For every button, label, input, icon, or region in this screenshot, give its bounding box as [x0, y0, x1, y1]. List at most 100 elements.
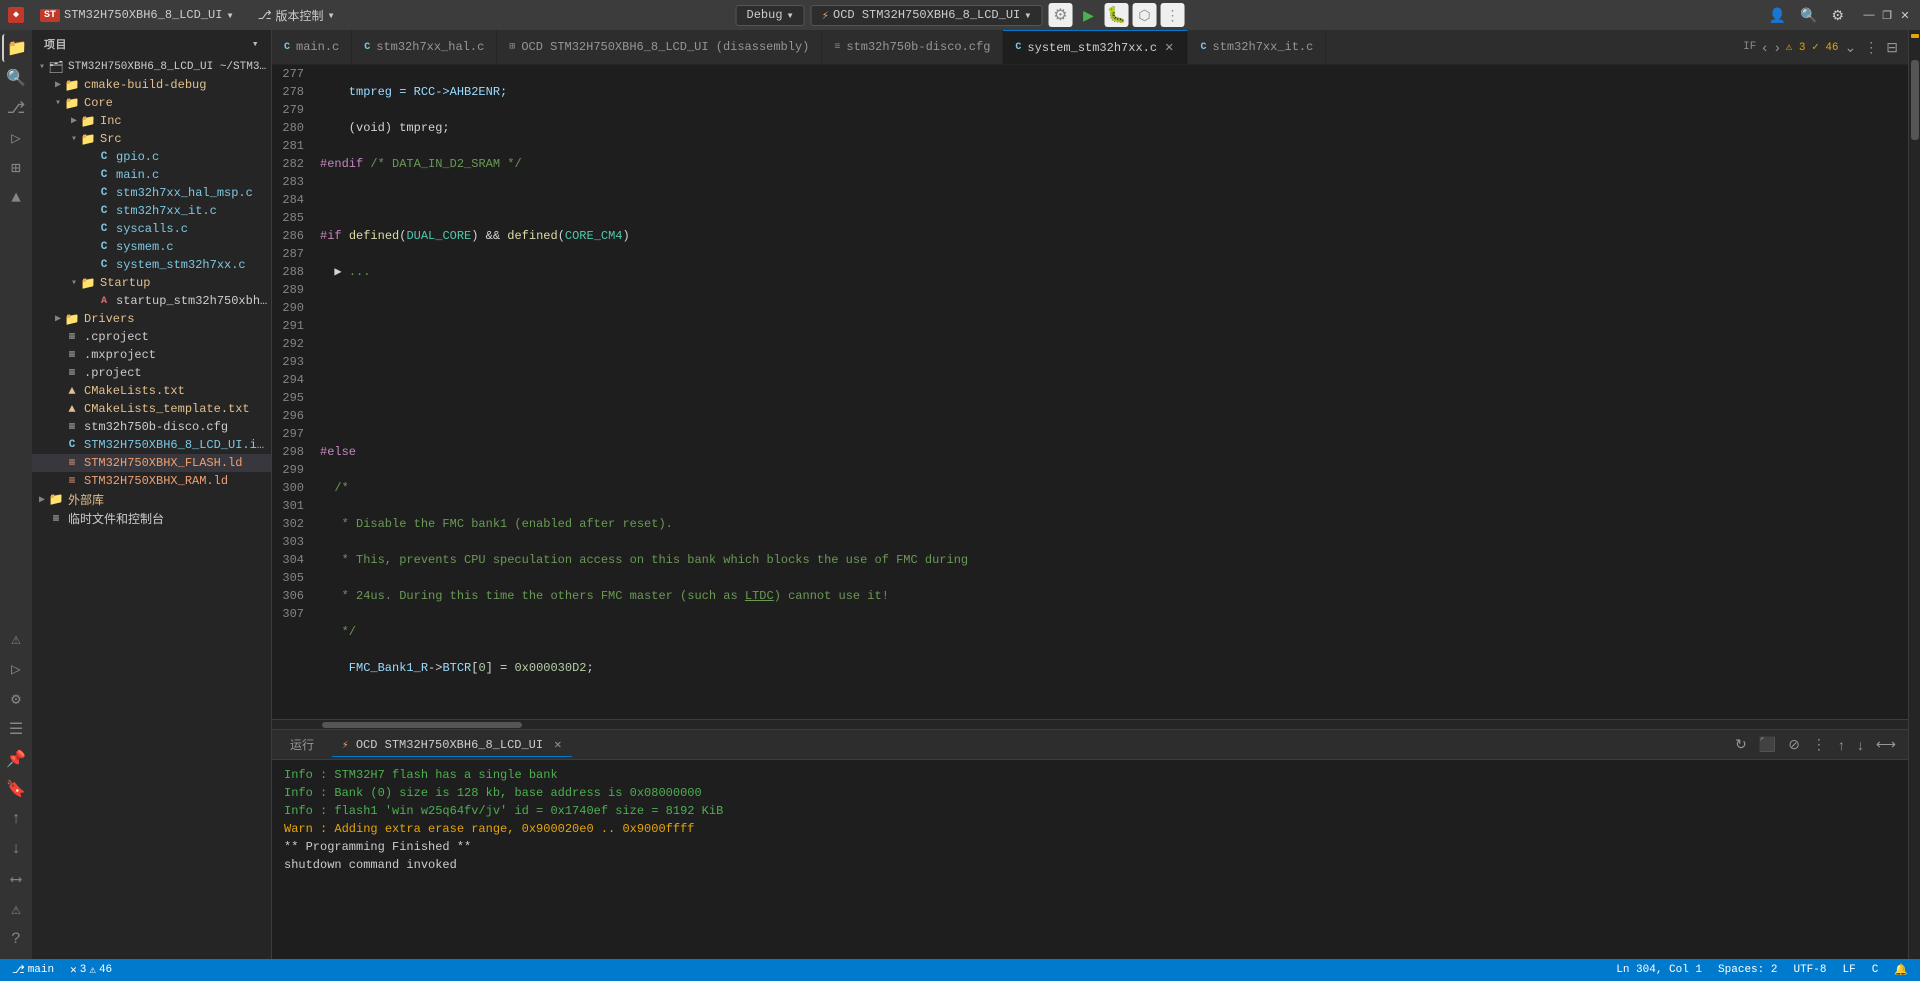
coverage-btn[interactable]: ⬡: [1132, 3, 1156, 27]
close-btn[interactable]: ✕: [1898, 8, 1912, 22]
panel-down-btn[interactable]: ↓: [1853, 735, 1868, 755]
right-scrollbar[interactable]: [1908, 30, 1920, 959]
debug-mode-btn[interactable]: Debug ▾: [736, 5, 805, 26]
maximize-btn[interactable]: ❐: [1880, 8, 1894, 22]
config-btn[interactable]: ⚙: [1048, 3, 1072, 27]
status-errors[interactable]: ✕ 3 ⚠ 46: [66, 963, 116, 977]
tab-disasm[interactable]: ⊞ OCD STM32H750XBH6_8_LCD_UI (disassembl…: [497, 30, 822, 64]
status-language[interactable]: C: [1868, 964, 1883, 976]
code-lines: tmpreg = RCC->AHB2ENR; (void) tmpreg; #e…: [316, 65, 1908, 719]
tab-split-btn[interactable]: ⊟: [1884, 37, 1900, 58]
scrollbar-thumb-h[interactable]: [322, 722, 522, 728]
tree-item-it[interactable]: C stm32h7xx_it.c: [32, 202, 271, 220]
status-branch[interactable]: ⎇ main: [8, 963, 58, 977]
vcs-menu[interactable]: ⎇ 版本控制 ▾: [250, 5, 343, 26]
scrollbar-horizontal[interactable]: [272, 719, 1908, 729]
tree-item-cmake-tpl[interactable]: ▲ CMakeLists_template.txt: [32, 400, 271, 418]
tree-item-flash-ld[interactable]: ≡ STM32H750XBHX_FLASH.ld: [32, 454, 271, 472]
tree-label-root: STM32H750XBH6_8_LCD_UI ~/STM32_Project/S…: [68, 61, 271, 73]
project-dropdown-icon: ▾: [226, 8, 233, 23]
tree-item-inc[interactable]: ▶ 📁 Inc: [32, 112, 271, 130]
project-menu[interactable]: ST STM32H750XBH6_8_LCD_UI ▾: [32, 6, 242, 25]
status-line-ending[interactable]: LF: [1838, 964, 1859, 976]
tree-item-core[interactable]: ▾ 📁 Core: [32, 94, 271, 112]
tree-item-gpio[interactable]: C gpio.c: [32, 148, 271, 166]
panel-tab-ocd[interactable]: ⚡ OCD STM32H750XBH6_8_LCD_UI ✕: [332, 733, 572, 757]
tab-more-btn[interactable]: ⋮: [1862, 37, 1880, 58]
activity-diff[interactable]: ⟷: [2, 865, 30, 893]
tree-item-disco-cfg[interactable]: ≡ stm32h750b-disco.cfg: [32, 418, 271, 436]
terminal-line-5: ** Programming Finished **: [284, 838, 1896, 856]
activity-debug[interactable]: ▷: [2, 124, 30, 152]
tree-item-system[interactable]: C system_stm32h7xx.c: [32, 256, 271, 274]
run-btn[interactable]: ▶: [1076, 3, 1100, 27]
search-icon[interactable]: 🔍: [1796, 5, 1821, 26]
tree-item-cmake[interactable]: ▶ 📁 cmake-build-debug: [32, 76, 271, 94]
tree-item-syscalls[interactable]: C syscalls.c: [32, 220, 271, 238]
tree-label-inc: Inc: [100, 114, 122, 128]
tree-item-main[interactable]: C main.c: [32, 166, 271, 184]
panel-diff-btn[interactable]: ⟷: [1872, 734, 1900, 755]
debug-run-btn[interactable]: 🐛: [1104, 3, 1128, 27]
status-encoding[interactable]: UTF-8: [1789, 964, 1830, 976]
tree-item-ioc[interactable]: C STM32H750XBH6_8_LCD_UI.ioc: [32, 436, 271, 454]
activity-problems[interactable]: ⚠: [2, 625, 30, 653]
activity-warning[interactable]: ⚠: [2, 895, 30, 923]
activity-help[interactable]: ?: [2, 925, 30, 953]
user-icon[interactable]: 👤: [1765, 5, 1790, 26]
tree-item-startup[interactable]: ▾ 📁 Startup: [32, 274, 271, 292]
tree-item-root[interactable]: ▾ 🗂 STM32H750XBH6_8_LCD_UI ~/STM32_Proje…: [32, 58, 271, 76]
tree-item-dotproject[interactable]: ≡ .project: [32, 364, 271, 382]
activity-stacks[interactable]: ☰: [2, 715, 30, 743]
status-notifications[interactable]: 🔔: [1890, 963, 1912, 977]
tree-item-extlib[interactable]: ▶ 📁 外部库: [32, 490, 271, 509]
activity-run2[interactable]: ▷: [2, 655, 30, 683]
tab-close-system-h7xx[interactable]: ✕: [1163, 39, 1175, 56]
folder-icon-drivers: 📁: [64, 311, 80, 327]
panel-up-btn[interactable]: ↑: [1834, 735, 1849, 755]
tree-item-drivers[interactable]: ▶ 📁 Drivers: [32, 310, 271, 328]
activity-up[interactable]: ↑: [2, 805, 30, 833]
tab-expand-btn[interactable]: ⌄: [1843, 37, 1859, 58]
settings-icon[interactable]: ⚙: [1827, 5, 1848, 26]
scroll-thumb[interactable]: [1911, 60, 1919, 140]
tab-system-h7xx[interactable]: C system_stm32h7xx.c ✕: [1003, 30, 1188, 64]
tab-disco-cfg[interactable]: ≡ stm32h750b-disco.cfg: [822, 30, 1003, 64]
panel-refresh-btn[interactable]: ↻: [1731, 734, 1751, 755]
panel-clear-btn[interactable]: ⊘: [1784, 734, 1804, 755]
tree-item-hal-msp[interactable]: C stm32h7xx_hal_msp.c: [32, 184, 271, 202]
activity-cmake[interactable]: ▲: [2, 184, 30, 212]
tab-nav-right[interactable]: ›: [1773, 37, 1782, 57]
code-scroll[interactable]: 277278279280 281282283284 285286287288 2…: [272, 65, 1908, 719]
status-spaces[interactable]: Spaces: 2: [1714, 964, 1781, 976]
tab-nav-left[interactable]: ‹: [1760, 37, 1769, 57]
tree-item-src[interactable]: ▾ 📁 Src: [32, 130, 271, 148]
tree-item-cproject[interactable]: ≡ .cproject: [32, 328, 271, 346]
activity-vcs[interactable]: ⎇: [2, 94, 30, 122]
activity-bookmark[interactable]: 🔖: [2, 775, 30, 803]
more-btn[interactable]: ⋮: [1160, 3, 1184, 27]
tree-item-cmake-lists[interactable]: ▲ CMakeLists.txt: [32, 382, 271, 400]
activity-down[interactable]: ↓: [2, 835, 30, 863]
activity-files[interactable]: 📁: [2, 34, 30, 62]
panel-stop-btn[interactable]: ⬛: [1755, 734, 1780, 755]
minimize-btn[interactable]: —: [1862, 8, 1876, 22]
tab-main-c[interactable]: C main.c: [272, 30, 352, 64]
status-position[interactable]: Ln 304, Col 1: [1612, 964, 1706, 976]
tree-item-sysmem[interactable]: C sysmem.c: [32, 238, 271, 256]
ocd-config-btn[interactable]: ⚡ OCD STM32H750XBH6_8_LCD_UI ▾: [811, 5, 1043, 26]
activity-pin[interactable]: 📌: [2, 745, 30, 773]
tab-hal-c[interactable]: C stm32h7xx_hal.c: [352, 30, 497, 64]
activity-settings2[interactable]: ⚙: [2, 685, 30, 713]
tree-arrow-root: ▾: [36, 61, 48, 73]
activity-search[interactable]: 🔍: [2, 64, 30, 92]
panel-more-btn[interactable]: ⋮: [1808, 734, 1830, 755]
tree-item-tmp[interactable]: ≡ 临时文件和控制台: [32, 509, 271, 528]
panel-tab-run[interactable]: 运行: [280, 732, 324, 758]
tree-item-startup-s[interactable]: A startup_stm32h750xbhx.s: [32, 292, 271, 310]
panel-tab-ocd-close[interactable]: ✕: [554, 738, 561, 752]
tab-it-c[interactable]: C stm32h7xx_it.c: [1188, 30, 1326, 64]
activity-extensions[interactable]: ⊞: [2, 154, 30, 182]
tree-item-ram-ld[interactable]: ≡ STM32H750XBHX_RAM.ld: [32, 472, 271, 490]
tree-item-mxproject[interactable]: ≡ .mxproject: [32, 346, 271, 364]
